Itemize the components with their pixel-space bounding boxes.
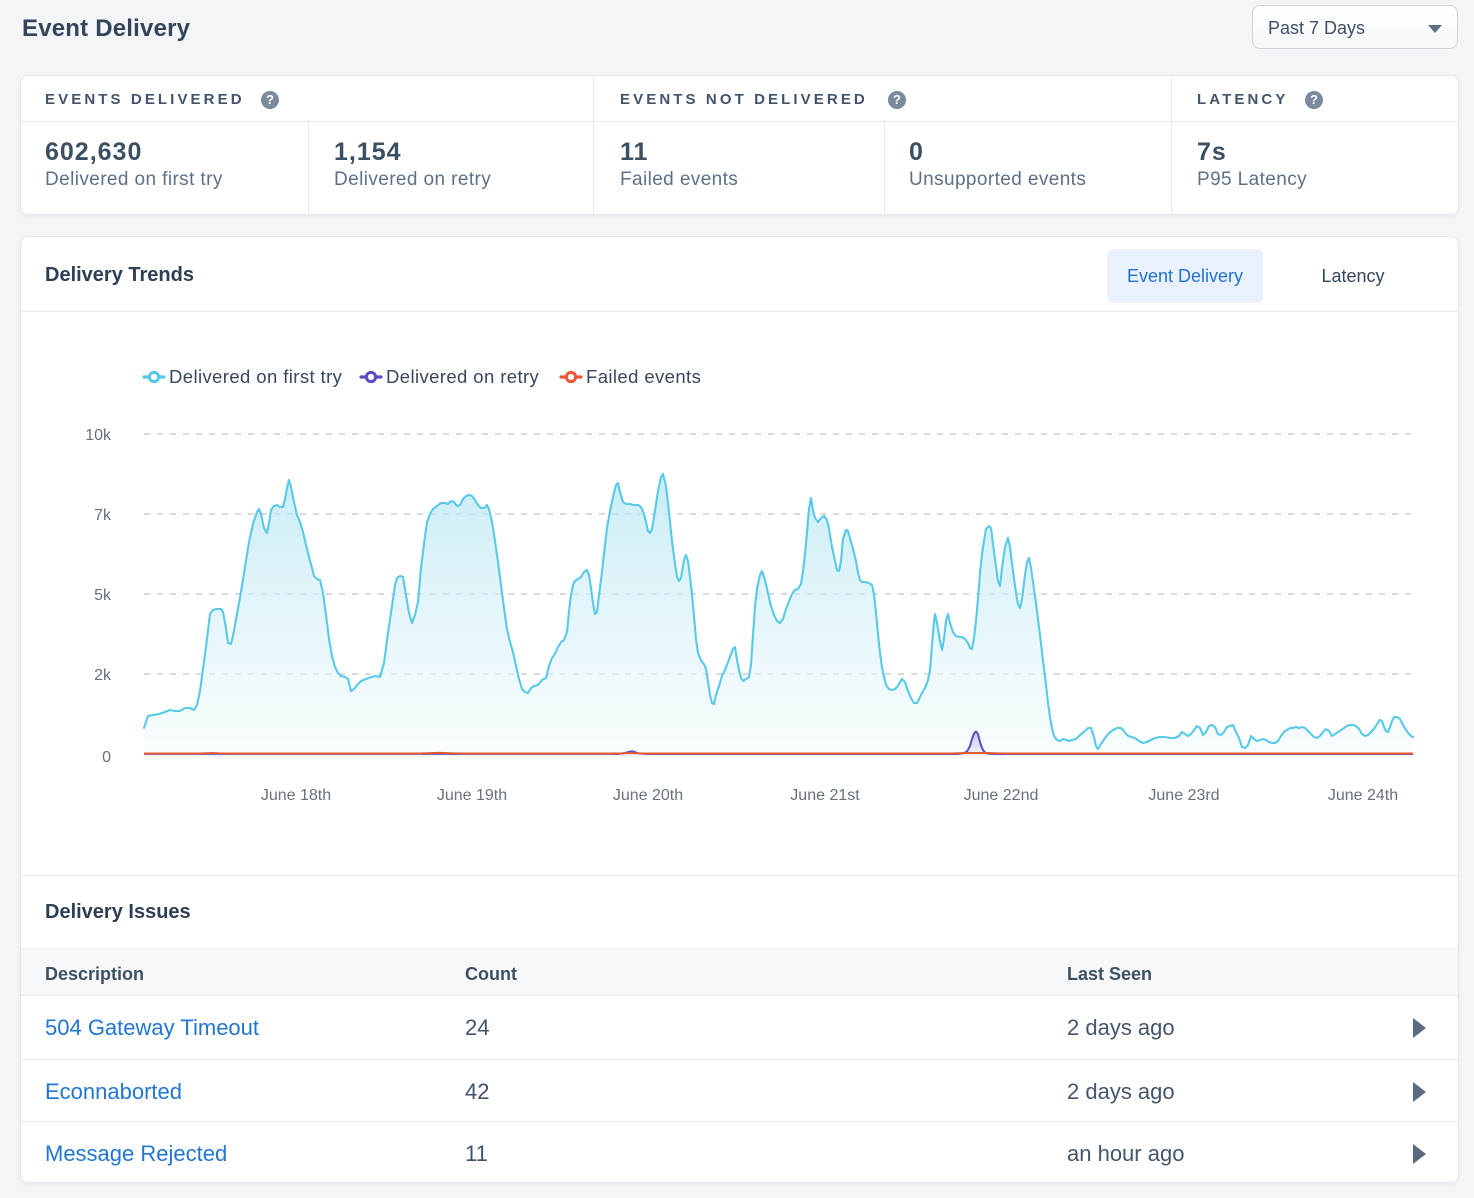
svg-text:10k: 10k	[85, 427, 112, 444]
svg-text:June 21st: June 21st	[790, 787, 860, 804]
svg-text:June 20th: June 20th	[613, 787, 683, 804]
svg-text:Delivered on first try: Delivered on first try	[169, 366, 343, 387]
svg-text:2k: 2k	[94, 667, 112, 684]
svg-text:June 22nd: June 22nd	[964, 787, 1039, 804]
svg-text:Delivered on retry: Delivered on retry	[386, 366, 540, 387]
svg-text:June 19th: June 19th	[437, 787, 507, 804]
svg-text:5k: 5k	[94, 587, 112, 604]
svg-text:June 18th: June 18th	[261, 787, 331, 804]
svg-text:Failed events: Failed events	[586, 366, 701, 387]
svg-text:June 24th: June 24th	[1328, 787, 1398, 804]
svg-text:June 23rd: June 23rd	[1148, 787, 1219, 804]
svg-text:0: 0	[102, 749, 111, 766]
svg-text:7k: 7k	[94, 507, 112, 524]
